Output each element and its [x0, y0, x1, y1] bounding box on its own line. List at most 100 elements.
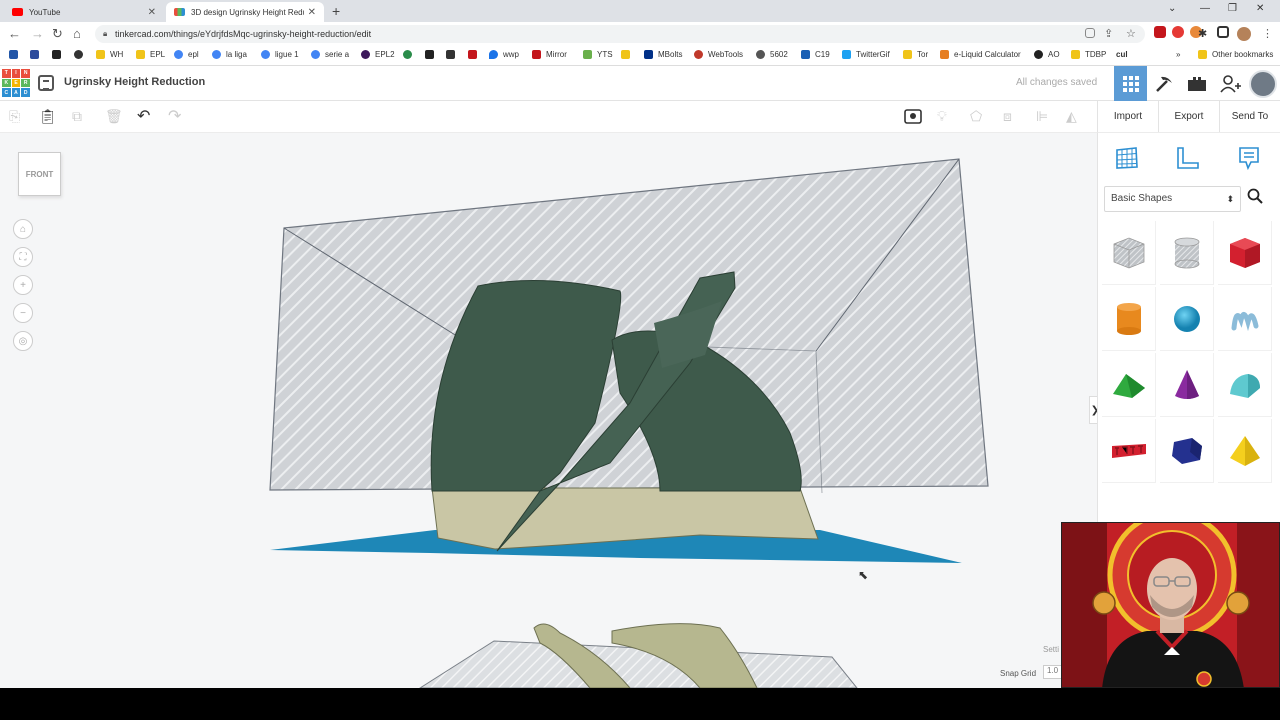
shape-text[interactable] [1102, 419, 1156, 483]
notes-panel-icon[interactable] [1234, 143, 1264, 173]
bookmark-epl2[interactable]: EPL2 [361, 50, 395, 59]
shape-scribble[interactable] [1218, 287, 1272, 351]
chrome-menu-icon[interactable]: ⋮ [1262, 26, 1273, 42]
bookmark-icon-only[interactable] [9, 50, 23, 59]
delete-icon[interactable]: 🗑︎ [105, 108, 123, 125]
lock-icon[interactable]: 🔒︎ [103, 25, 107, 43]
bookmark-icon-only[interactable] [446, 50, 460, 59]
bookmark-tdbp[interactable]: TDBP [1071, 50, 1106, 59]
bookmark-icon-only[interactable] [403, 50, 417, 59]
export-button[interactable]: Export [1159, 101, 1220, 132]
bookmark-serie-a[interactable]: serie a [311, 50, 349, 59]
back-icon[interactable]: ← [8, 26, 21, 42]
extensions-puzzle-icon[interactable]: ✱ [1198, 26, 1207, 42]
bookmark-star-icon[interactable]: ☆ [1126, 26, 1136, 42]
bookmark-icon-only[interactable] [30, 50, 44, 59]
bookmark-icon-only[interactable] [425, 50, 439, 59]
shape-pyramid[interactable] [1218, 419, 1272, 483]
group-icon[interactable]: ⧈ [1003, 108, 1012, 125]
perspective-icon[interactable]: ◎ [13, 331, 33, 351]
lower-model[interactable] [419, 623, 858, 688]
bookmark-cul[interactable]: cul [1116, 50, 1128, 59]
bookmark-wwp[interactable]: wwp [489, 50, 519, 59]
bookmark-yts[interactable]: YTS [583, 50, 613, 59]
bookmarks-overflow-icon[interactable]: » [1176, 50, 1180, 59]
bookmark-c19[interactable]: C19 [801, 50, 830, 59]
tab-search-icon[interactable]: ⌄ [1168, 3, 1176, 14]
bookmark-mbolts[interactable]: MBolts [644, 50, 682, 59]
bookmark-la-liga[interactable]: la liga [212, 50, 247, 59]
shape-category-select[interactable]: Basic Shapes ⬍ [1104, 186, 1241, 212]
tinkercad-logo[interactable]: TIN KER CAD [2, 69, 30, 97]
home-icon[interactable]: ⌂ [73, 26, 81, 42]
send-to-button[interactable]: Send To [1220, 101, 1280, 132]
shape-round-roof[interactable] [1218, 353, 1272, 417]
align-icon[interactable]: ⊫ [1036, 108, 1048, 125]
sidebar-icon[interactable] [1217, 26, 1229, 38]
bookmark-icon-only[interactable] [74, 50, 88, 59]
address-bar[interactable]: 🔒︎ tinkercad.com/things/eYdrjfdsMqc-ugri… [95, 25, 1145, 43]
bookmark-icon-only[interactable] [621, 50, 635, 59]
shape-sphere[interactable] [1160, 287, 1214, 351]
bookmark-webtools[interactable]: WebTools [694, 50, 743, 59]
install-app-icon[interactable] [1085, 28, 1095, 38]
home-view-icon[interactable]: ⌂ [13, 219, 33, 239]
shape-cylinder-hole[interactable] [1160, 221, 1214, 285]
add-user-button[interactable] [1213, 66, 1246, 101]
other-bookmarks[interactable]: Other bookmarks [1198, 50, 1273, 59]
workplane[interactable]: FRONT ⌂ ⛶ + − ◎ Setti Snap Grid 1.0 ⬉ [0, 133, 1097, 688]
paste-icon[interactable]: 📋︎ [39, 108, 57, 125]
workplane-grid-icon[interactable] [1112, 143, 1142, 173]
zoom-out-icon[interactable]: − [13, 303, 33, 323]
reload-icon[interactable]: ↻ [52, 26, 63, 42]
share-icon[interactable]: ⇪ [1104, 26, 1113, 42]
zoom-in-icon[interactable]: + [13, 275, 33, 295]
notes-icon[interactable] [904, 108, 922, 129]
designs-list-icon[interactable] [38, 75, 54, 91]
blocks-view-button[interactable] [1147, 66, 1180, 101]
search-icon[interactable] [1247, 188, 1263, 208]
shape-cylinder[interactable] [1102, 287, 1156, 351]
shape-box[interactable] [1218, 221, 1272, 285]
bookmark-icon-only[interactable] [52, 50, 66, 59]
light-bulb-icon[interactable]: 💡︎ [937, 108, 947, 125]
redo-icon[interactable]: ↷ [168, 106, 181, 126]
settings-link[interactable]: Setti [1043, 645, 1059, 654]
3d-design-view-button[interactable] [1114, 66, 1147, 101]
import-button[interactable]: Import [1098, 101, 1159, 132]
restore-icon[interactable]: ❐ [1228, 3, 1237, 14]
ruler-icon[interactable] [1172, 143, 1202, 173]
bookmark-epl[interactable]: EPL [136, 50, 165, 59]
close-tab-icon[interactable]: ✕ [308, 7, 316, 18]
bookmark-tor[interactable]: Tor [903, 50, 928, 59]
shape-roof[interactable] [1102, 353, 1156, 417]
browser-profile-avatar[interactable] [1237, 27, 1251, 41]
extension-icon-1[interactable] [1154, 26, 1166, 38]
bookmark-5602[interactable]: 5602 [756, 50, 788, 59]
view-cube[interactable]: FRONT [18, 152, 61, 196]
browser-tab-tinkercad[interactable]: 3D design Ugrinsky Height Redu ✕ [166, 2, 324, 22]
undo-icon[interactable]: ↶ [137, 106, 150, 126]
bookmark-epl-google[interactable]: epl [174, 50, 199, 59]
copy-icon[interactable]: ⎘ [9, 108, 20, 125]
bookmark-twittergif[interactable]: TwitterGif [842, 50, 890, 59]
close-window-icon[interactable]: ✕ [1256, 3, 1264, 14]
user-avatar[interactable] [1249, 70, 1277, 98]
bookmark-e-liquid-calculator[interactable]: e-Liquid Calculator [940, 50, 1021, 59]
bookmark-mirror[interactable]: Mirror [532, 50, 567, 59]
new-tab-button[interactable]: + [332, 3, 340, 19]
browser-tab-youtube[interactable]: YouTube ✕ [4, 2, 164, 22]
bookmark-wh[interactable]: WH [96, 50, 123, 59]
close-tab-icon[interactable]: ✕ [148, 7, 156, 18]
minimize-icon[interactable]: — [1200, 3, 1210, 14]
fit-view-icon[interactable]: ⛶ [13, 247, 33, 267]
3d-scene[interactable] [0, 133, 1097, 688]
bookmark-ao[interactable]: AO [1034, 50, 1060, 59]
extension-icon-2[interactable] [1172, 26, 1184, 38]
bookmark-icon-only[interactable] [468, 50, 482, 59]
duplicate-icon[interactable]: ⧉ [72, 108, 82, 125]
shape-box-hole[interactable] [1102, 221, 1156, 285]
shape-polygon[interactable] [1160, 419, 1214, 483]
bookmark-ligue-1[interactable]: ligue 1 [261, 50, 299, 59]
design-title[interactable]: Ugrinsky Height Reduction [64, 76, 205, 88]
